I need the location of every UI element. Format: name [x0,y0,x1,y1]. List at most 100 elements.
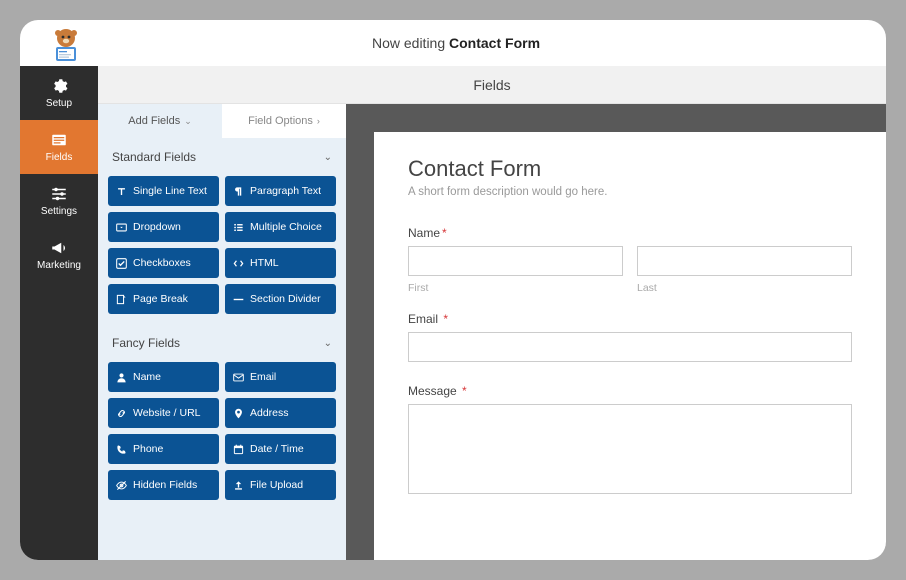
text-icon [116,186,127,197]
required-asterisk: * [443,312,448,326]
upload-icon [233,480,244,491]
form-icon [50,131,68,149]
sidebar: Setup Fields Settings Marketing [20,66,98,560]
logo-icon [46,25,86,65]
field-label: Date / Time [250,443,304,455]
section-fancy-fields[interactable]: Fancy Fields ⌄ [98,324,346,362]
sublabel-first: First [408,282,623,294]
field-label: Phone [133,443,163,455]
form-description: A short form description would go here. [408,186,852,198]
canvas-wrap: Contact Form A short form description wo… [346,104,886,560]
envelope-icon [233,372,244,383]
field-file-upload[interactable]: File Upload [225,470,336,500]
name-row [408,246,852,276]
field-email[interactable]: Email [225,362,336,392]
bullhorn-icon [50,239,68,257]
field-label: HTML [250,257,279,269]
standard-fields-grid: Single Line Text Paragraph Text Dropdown… [98,176,346,324]
app-window: Now editing Contact Form Setup Fields Se… [20,20,886,560]
name-sublabels: First Last [408,282,852,294]
tab-field-options[interactable]: Field Options › [222,104,346,138]
field-date-time[interactable]: Date / Time [225,434,336,464]
eye-slash-icon [116,480,127,491]
tab-label: Field Options [248,115,313,127]
field-hidden[interactable]: Hidden Fields [108,470,219,500]
fields-panel: Add Fields ⌄ Field Options › Standard Fi… [98,104,346,560]
last-name-input[interactable] [637,246,852,276]
calendar-icon [233,444,244,455]
field-label: File Upload [250,479,303,491]
toolbar-label: Fields [473,77,510,93]
field-paragraph-text[interactable]: Paragraph Text [225,176,336,206]
field-single-line-text[interactable]: Single Line Text [108,176,219,206]
form-canvas[interactable]: Contact Form A short form description wo… [374,132,886,560]
field-label: Page Break [133,293,188,305]
field-label-email: Email * [408,312,852,326]
gear-icon [50,77,68,95]
topbar: Now editing Contact Form [20,20,886,66]
sidebar-item-settings[interactable]: Settings [20,174,98,228]
field-label: Address [250,407,289,419]
field-checkboxes[interactable]: Checkboxes [108,248,219,278]
field-label: Checkboxes [133,257,191,269]
paragraph-icon [233,186,244,197]
title-prefix: Now editing [372,35,449,51]
field-multiple-choice[interactable]: Multiple Choice [225,212,336,242]
chevron-down-icon: ⌄ [324,338,332,349]
body: Setup Fields Settings Marketing Fields [20,66,886,560]
sublabel-last: Last [637,282,852,294]
list-icon [233,222,244,233]
field-phone[interactable]: Phone [108,434,219,464]
field-label: Single Line Text [133,185,207,197]
divider-icon [233,294,244,305]
section-standard-fields[interactable]: Standard Fields ⌄ [98,138,346,176]
field-website[interactable]: Website / URL [108,398,219,428]
code-icon [233,258,244,269]
form-title: Contact Form [408,156,852,182]
link-icon [116,408,127,419]
first-name-input[interactable] [408,246,623,276]
sliders-icon [50,185,68,203]
field-dropdown[interactable]: Dropdown [108,212,219,242]
section-title: Fancy Fields [112,336,180,350]
title-form-name: Contact Form [449,35,540,51]
sidebar-item-setup[interactable]: Setup [20,66,98,120]
field-address[interactable]: Address [225,398,336,428]
field-label: Website / URL [133,407,201,419]
field-label: Email [250,371,276,383]
fancy-fields-grid: Name Email Website / URL Address Phone D… [98,362,346,510]
sidebar-item-label: Settings [41,206,77,217]
page-title: Now editing Contact Form [86,35,886,51]
pagebreak-icon [116,294,127,305]
pin-icon [233,408,244,419]
field-label: Multiple Choice [250,221,322,233]
field-label: Dropdown [133,221,181,233]
field-label: Section Divider [250,293,321,305]
dropdown-icon [116,222,127,233]
panel-tabs: Add Fields ⌄ Field Options › [98,104,346,138]
field-html[interactable]: HTML [225,248,336,278]
sidebar-item-label: Marketing [37,260,81,271]
email-input[interactable] [408,332,852,362]
tab-add-fields[interactable]: Add Fields ⌄ [98,104,222,138]
sidebar-item-fields[interactable]: Fields [20,120,98,174]
sidebar-item-marketing[interactable]: Marketing [20,228,98,282]
field-label: Name [133,371,161,383]
label-text: Name [408,226,440,240]
work-area: Add Fields ⌄ Field Options › Standard Fi… [98,104,886,560]
required-asterisk: * [462,384,467,398]
required-asterisk: * [442,226,447,240]
field-label: Paragraph Text [250,185,321,197]
sidebar-item-label: Setup [46,98,72,109]
check-icon [116,258,127,269]
field-section-divider[interactable]: Section Divider [225,284,336,314]
phone-icon [116,444,127,455]
field-page-break[interactable]: Page Break [108,284,219,314]
message-textarea[interactable] [408,404,852,494]
label-text: Message [408,384,457,398]
field-label-name: Name* [408,226,852,240]
label-text: Email [408,312,438,326]
toolbar: Fields [98,66,886,104]
field-name[interactable]: Name [108,362,219,392]
main: Fields Add Fields ⌄ Field Options › [98,66,886,560]
